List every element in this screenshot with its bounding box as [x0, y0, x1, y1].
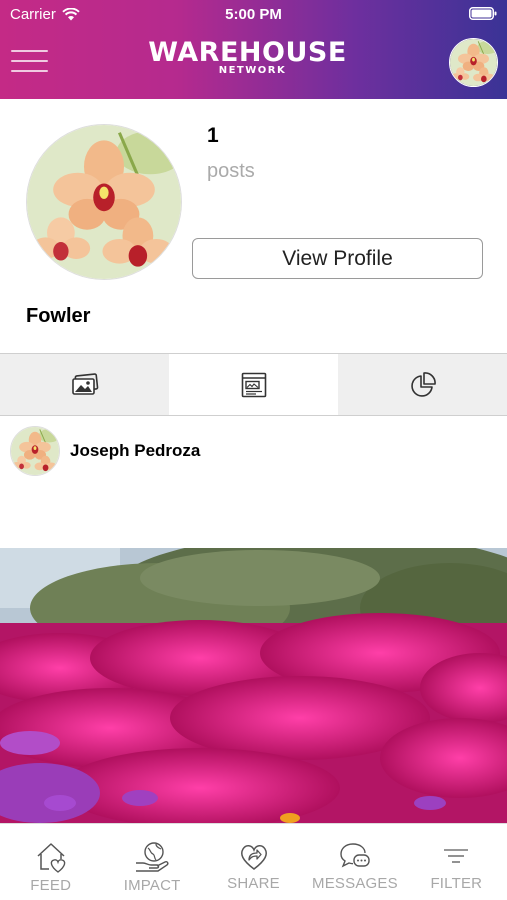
- nav-share[interactable]: SHARE: [203, 824, 304, 900]
- content-tabs: [0, 353, 507, 416]
- posts-label: posts: [207, 160, 255, 182]
- home-heart-icon: [37, 843, 66, 873]
- pie-chart-icon: [410, 371, 436, 397]
- nav-filter[interactable]: FILTER: [406, 824, 507, 900]
- posts-count: 1: [207, 124, 219, 147]
- post-author-avatar[interactable]: [10, 426, 60, 476]
- chat-bubbles-icon: [340, 843, 370, 868]
- nav-impact-label: IMPACT: [123, 877, 181, 894]
- status-bar: Carrier 5:00 PM: [0, 0, 507, 30]
- nav-messages-label: MESSAGES: [312, 875, 398, 892]
- user-avatar[interactable]: [449, 38, 498, 87]
- status-time: 5:00 PM: [225, 6, 282, 23]
- tab-stats[interactable]: [338, 354, 507, 415]
- nav-share-label: SHARE: [227, 875, 280, 892]
- filter-icon: [444, 849, 469, 863]
- nav-filter-label: FILTER: [430, 875, 483, 892]
- brand-logo: WAREHOUSE NETWORK: [140, 37, 355, 77]
- heart-share-icon: [240, 845, 267, 870]
- hand-globe-icon: [136, 842, 169, 872]
- browser-window-icon: [241, 372, 266, 397]
- bottom-navigation: FEED IMPACT SHARE MESSAGES FILTER: [0, 823, 507, 900]
- photos-icon: [71, 372, 98, 395]
- brand-name: WAREHOUSE: [148, 37, 347, 68]
- app-header: Carrier 5:00 PM WAREHOUSE NETWORK: [0, 0, 507, 99]
- profile-avatar: [26, 124, 182, 280]
- tab-photos[interactable]: [0, 354, 169, 415]
- view-profile-button[interactable]: View Profile: [192, 238, 483, 279]
- nav-impact[interactable]: IMPACT: [101, 824, 202, 900]
- profile-name: Fowler: [26, 305, 91, 327]
- nav-messages[interactable]: MESSAGES: [304, 824, 405, 900]
- post-image[interactable]: [0, 548, 507, 823]
- tab-posts[interactable]: [169, 354, 338, 415]
- nav-feed[interactable]: FEED: [0, 824, 101, 900]
- battery-icon: [469, 7, 497, 20]
- post-author-name[interactable]: Joseph Pedroza: [70, 441, 200, 461]
- hamburger-menu-icon[interactable]: [11, 50, 48, 74]
- nav-feed-label: FEED: [30, 877, 72, 894]
